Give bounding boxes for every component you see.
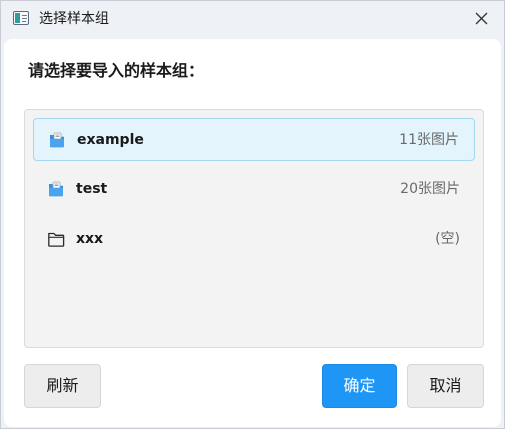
app-window-icon — [13, 11, 29, 25]
cancel-button[interactable]: 取消 — [407, 364, 484, 408]
group-image-count: 11张图片 — [399, 132, 459, 148]
group-name: xxx — [76, 231, 104, 247]
group-image-count: 20张图片 — [400, 181, 460, 197]
group-name: example — [77, 132, 144, 148]
list-item-test[interactable]: test 20张图片 — [33, 168, 475, 211]
folder-open-icon — [49, 181, 63, 197]
dialog-content: 请选择要导入的样本组： example 11张图片 test 20张图片 xxx… — [4, 39, 501, 427]
list-item-xxx[interactable]: xxx (空) — [33, 218, 475, 261]
ok-button[interactable]: 确定 — [322, 364, 397, 408]
close-icon — [475, 12, 488, 25]
folder-open-icon — [50, 132, 64, 148]
window-title: 选择样本组 — [39, 11, 109, 27]
refresh-button[interactable]: 刷新 — [24, 364, 101, 408]
folder-outline-icon — [48, 232, 65, 247]
close-button[interactable] — [460, 1, 504, 37]
dialog-window: 选择样本组 请选择要导入的样本组： example 11张图片 test 20张… — [0, 0, 505, 429]
title-bar[interactable]: 选择样本组 — [1, 1, 504, 37]
group-name: test — [76, 181, 108, 197]
sample-group-list[interactable]: example 11张图片 test 20张图片 xxx (空) — [24, 109, 484, 348]
list-item-example[interactable]: example 11张图片 — [33, 118, 475, 161]
prompt-label: 请选择要导入的样本组： — [28, 61, 205, 80]
group-image-count: (空) — [435, 231, 460, 247]
